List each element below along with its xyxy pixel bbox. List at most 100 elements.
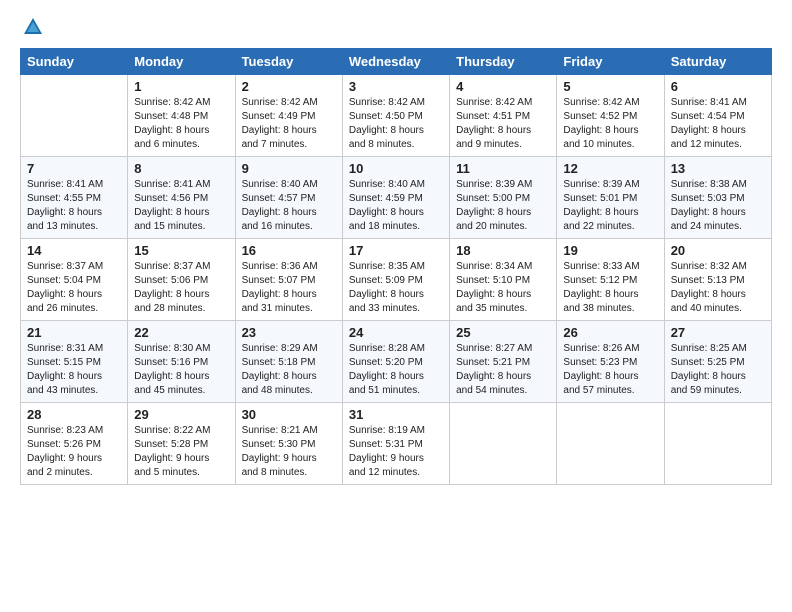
cell-content: Sunrise: 8:41 AMSunset: 4:54 PMDaylight:… <box>671 96 765 152</box>
calendar-cell <box>21 75 128 157</box>
cell-content: Sunrise: 8:42 AMSunset: 4:51 PMDaylight:… <box>456 96 550 152</box>
th-thursday: Thursday <box>450 49 557 75</box>
calendar-cell: 19 Sunrise: 8:33 AMSunset: 5:12 PMDayligh… <box>557 239 664 321</box>
calendar-cell: 28Sunrise: 8:23 AMSunset: 5:26 PMDayligh… <box>21 403 128 485</box>
day-number: 27 <box>671 325 765 340</box>
day-number: 1 <box>134 79 228 94</box>
day-number: 16 <box>242 243 336 258</box>
day-number: 3 <box>349 79 443 94</box>
cell-content: Sunrise: 8:42 AMSunset: 4:48 PMDaylight:… <box>134 96 228 152</box>
day-number: 15 <box>134 243 228 258</box>
day-number: 6 <box>671 79 765 94</box>
calendar-cell: 17 Sunrise: 8:35 AMSunset: 5:09 PMDayligh… <box>342 239 449 321</box>
calendar-cell: 30 Sunrise: 8:21 AMSunset: 5:30 PMDayligh… <box>235 403 342 485</box>
calendar-cell: 13 Sunrise: 8:38 AMSunset: 5:03 PMDayligh… <box>664 157 771 239</box>
cell-content: Sunrise: 8:42 AMSunset: 4:50 PMDaylight:… <box>349 96 443 152</box>
cell-content: Sunrise: 8:37 AMSunset: 5:06 PMDaylight:… <box>134 260 228 316</box>
cell-content: Sunrise: 8:30 AMSunset: 5:16 PMDaylight:… <box>134 342 228 398</box>
day-number: 30 <box>242 407 336 422</box>
calendar-cell: 15 Sunrise: 8:37 AMSunset: 5:06 PMDayligh… <box>128 239 235 321</box>
cell-content: Sunrise: 8:31 AMSunset: 5:15 PMDaylight:… <box>27 342 121 398</box>
cell-content: Sunrise: 8:27 AMSunset: 5:21 PMDaylight:… <box>456 342 550 398</box>
day-number: 13 <box>671 161 765 176</box>
page: Sunday Monday Tuesday Wednesday Thursday… <box>0 0 792 612</box>
calendar-cell: 2 Sunrise: 8:42 AMSunset: 4:49 PMDaylight… <box>235 75 342 157</box>
day-number: 19 <box>563 243 657 258</box>
calendar-cell: 6 Sunrise: 8:41 AMSunset: 4:54 PMDaylight… <box>664 75 771 157</box>
calendar-cell: 11 Sunrise: 8:39 AMSunset: 5:00 PMDayligh… <box>450 157 557 239</box>
calendar-cell: 29Sunrise: 8:22 AMSunset: 5:28 PMDayligh… <box>128 403 235 485</box>
calendar-week-1: 7 Sunrise: 8:41 AMSunset: 4:55 PMDaylight… <box>21 157 772 239</box>
cell-content: Sunrise: 8:37 AMSunset: 5:04 PMDaylight:… <box>27 260 121 316</box>
calendar-cell <box>450 403 557 485</box>
day-number: 8 <box>134 161 228 176</box>
day-number: 11 <box>456 161 550 176</box>
logo <box>20 16 44 38</box>
calendar-cell: 1 Sunrise: 8:42 AMSunset: 4:48 PMDaylight… <box>128 75 235 157</box>
calendar-cell <box>557 403 664 485</box>
calendar-cell: 25Sunrise: 8:27 AMSunset: 5:21 PMDayligh… <box>450 321 557 403</box>
cell-content: Sunrise: 8:41 AMSunset: 4:55 PMDaylight:… <box>27 178 121 234</box>
calendar-cell: 5Sunrise: 8:42 AMSunset: 4:52 PMDaylight… <box>557 75 664 157</box>
calendar-cell: 12 Sunrise: 8:39 AMSunset: 5:01 PMDayligh… <box>557 157 664 239</box>
day-number: 26 <box>563 325 657 340</box>
calendar-cell: 14 Sunrise: 8:37 AMSunset: 5:04 PMDayligh… <box>21 239 128 321</box>
cell-content: Sunrise: 8:33 AMSunset: 5:12 PMDaylight:… <box>563 260 657 316</box>
day-number: 17 <box>349 243 443 258</box>
calendar-cell: 20 Sunrise: 8:32 AMSunset: 5:13 PMDayligh… <box>664 239 771 321</box>
day-number: 31 <box>349 407 443 422</box>
calendar-week-3: 21 Sunrise: 8:31 AMSunset: 5:15 PMDayligh… <box>21 321 772 403</box>
cell-content: Sunrise: 8:26 AMSunset: 5:23 PMDaylight:… <box>563 342 657 398</box>
header <box>20 16 772 38</box>
cell-content: Sunrise: 8:21 AMSunset: 5:30 PMDaylight:… <box>242 424 336 480</box>
cell-content: Sunrise: 8:38 AMSunset: 5:03 PMDaylight:… <box>671 178 765 234</box>
th-wednesday: Wednesday <box>342 49 449 75</box>
cell-content: Sunrise: 8:35 AMSunset: 5:09 PMDaylight:… <box>349 260 443 316</box>
cell-content: Sunrise: 8:39 AMSunset: 5:00 PMDaylight:… <box>456 178 550 234</box>
cell-content: Sunrise: 8:42 AMSunset: 4:49 PMDaylight:… <box>242 96 336 152</box>
cell-content: Sunrise: 8:19 AMSunset: 5:31 PMDaylight:… <box>349 424 443 480</box>
calendar-cell: 21 Sunrise: 8:31 AMSunset: 5:15 PMDayligh… <box>21 321 128 403</box>
day-number: 2 <box>242 79 336 94</box>
day-number: 21 <box>27 325 121 340</box>
calendar-cell: 22Sunrise: 8:30 AMSunset: 5:16 PMDayligh… <box>128 321 235 403</box>
day-number: 14 <box>27 243 121 258</box>
logo-icon <box>22 16 44 38</box>
day-number: 20 <box>671 243 765 258</box>
calendar-week-4: 28Sunrise: 8:23 AMSunset: 5:26 PMDayligh… <box>21 403 772 485</box>
calendar-cell <box>664 403 771 485</box>
th-monday: Monday <box>128 49 235 75</box>
day-number: 10 <box>349 161 443 176</box>
th-friday: Friday <box>557 49 664 75</box>
cell-content: Sunrise: 8:23 AMSunset: 5:26 PMDaylight:… <box>27 424 121 480</box>
cell-content: Sunrise: 8:40 AMSunset: 4:59 PMDaylight:… <box>349 178 443 234</box>
header-row: Sunday Monday Tuesday Wednesday Thursday… <box>21 49 772 75</box>
cell-content: Sunrise: 8:36 AMSunset: 5:07 PMDaylight:… <box>242 260 336 316</box>
cell-content: Sunrise: 8:32 AMSunset: 5:13 PMDaylight:… <box>671 260 765 316</box>
day-number: 9 <box>242 161 336 176</box>
cell-content: Sunrise: 8:29 AMSunset: 5:18 PMDaylight:… <box>242 342 336 398</box>
cell-content: Sunrise: 8:39 AMSunset: 5:01 PMDaylight:… <box>563 178 657 234</box>
calendar-cell: 3 Sunrise: 8:42 AMSunset: 4:50 PMDaylight… <box>342 75 449 157</box>
day-number: 12 <box>563 161 657 176</box>
th-tuesday: Tuesday <box>235 49 342 75</box>
calendar-cell: 24Sunrise: 8:28 AMSunset: 5:20 PMDayligh… <box>342 321 449 403</box>
calendar-cell: 8 Sunrise: 8:41 AMSunset: 4:56 PMDaylight… <box>128 157 235 239</box>
day-number: 29 <box>134 407 228 422</box>
calendar-cell: 31 Sunrise: 8:19 AMSunset: 5:31 PMDayligh… <box>342 403 449 485</box>
day-number: 4 <box>456 79 550 94</box>
day-number: 7 <box>27 161 121 176</box>
calendar-week-2: 14 Sunrise: 8:37 AMSunset: 5:04 PMDayligh… <box>21 239 772 321</box>
cell-content: Sunrise: 8:40 AMSunset: 4:57 PMDaylight:… <box>242 178 336 234</box>
calendar-cell: 18Sunrise: 8:34 AMSunset: 5:10 PMDayligh… <box>450 239 557 321</box>
calendar-table: Sunday Monday Tuesday Wednesday Thursday… <box>20 48 772 485</box>
day-number: 5 <box>563 79 657 94</box>
calendar-cell: 27Sunrise: 8:25 AMSunset: 5:25 PMDayligh… <box>664 321 771 403</box>
cell-content: Sunrise: 8:28 AMSunset: 5:20 PMDaylight:… <box>349 342 443 398</box>
calendar-cell: 10 Sunrise: 8:40 AMSunset: 4:59 PMDayligh… <box>342 157 449 239</box>
th-sunday: Sunday <box>21 49 128 75</box>
calendar-week-0: 1 Sunrise: 8:42 AMSunset: 4:48 PMDaylight… <box>21 75 772 157</box>
calendar-body: 1 Sunrise: 8:42 AMSunset: 4:48 PMDaylight… <box>21 75 772 485</box>
calendar-cell: 16 Sunrise: 8:36 AMSunset: 5:07 PMDayligh… <box>235 239 342 321</box>
cell-content: Sunrise: 8:41 AMSunset: 4:56 PMDaylight:… <box>134 178 228 234</box>
